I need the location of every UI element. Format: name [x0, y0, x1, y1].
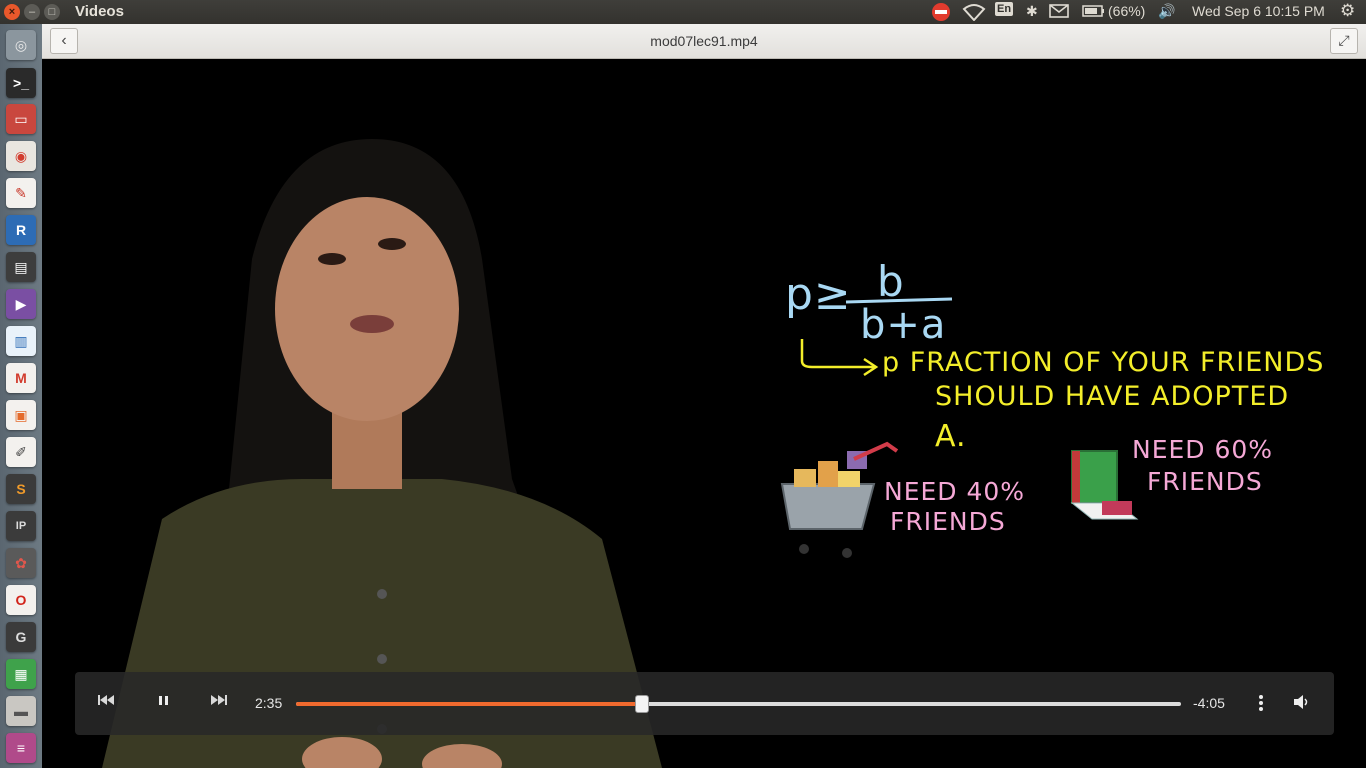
- note-line-2: SHOULD HAVE ADOPTED: [935, 381, 1290, 412]
- opera-icon[interactable]: O: [6, 585, 36, 615]
- files-icon[interactable]: ▭: [6, 104, 36, 134]
- document-icon[interactable]: ▥: [6, 326, 36, 356]
- app-title: Videos: [75, 3, 124, 20]
- seek-progress: [296, 702, 642, 706]
- top-panel: × – □ Videos En ✱ (66%) 🔊 Wed Sep 6 10:1…: [0, 0, 1366, 24]
- recording-icon[interactable]: ≡: [6, 733, 36, 763]
- videos-icon[interactable]: ▶: [6, 289, 36, 319]
- remaining-time: -4:05: [1193, 695, 1225, 711]
- note-line-3: A.: [935, 419, 967, 454]
- do-not-disturb-icon[interactable]: [930, 2, 952, 22]
- drive-icon[interactable]: ▬: [6, 696, 36, 726]
- menu-button[interactable]: [1257, 694, 1265, 715]
- label-left-line-2: FRIENDS: [890, 507, 1006, 536]
- player-controls: 2:35 -4:05: [75, 672, 1334, 735]
- label-right-line-2: FRIENDS: [1147, 467, 1263, 496]
- close-window-icon[interactable]: ×: [4, 4, 20, 20]
- text-editor-icon[interactable]: ✐: [6, 437, 36, 467]
- video-title: mod07lec91.mp4: [650, 33, 758, 49]
- lecturer-image: [102, 139, 1139, 768]
- settings-icon[interactable]: ✿: [6, 548, 36, 578]
- formula-denominator: b+a: [860, 302, 947, 348]
- chrome-icon[interactable]: ◉: [6, 141, 36, 171]
- fullscreen-icon: ⤢: [1338, 32, 1350, 48]
- label-right-line-1: NEED 60%: [1132, 435, 1274, 464]
- launcher: ◎ >_ ▭ ◉ ✎ R ▤ ▶ ▥ M ▣ ✐ S IP ✿ O G ▦ ▬ …: [0, 24, 43, 768]
- seek-handle[interactable]: [635, 695, 650, 713]
- shopping-cart-icon: [780, 441, 899, 558]
- mail-icon[interactable]: [1049, 3, 1069, 22]
- maximize-window-icon[interactable]: □: [44, 4, 60, 20]
- keyboard-layout-indicator[interactable]: En: [995, 2, 1014, 16]
- skip-back-icon: [98, 695, 114, 705]
- next-button[interactable]: [209, 693, 229, 710]
- fullscreen-button[interactable]: ⤢: [1330, 28, 1358, 54]
- presentation-icon[interactable]: ▣: [6, 400, 36, 430]
- pdf-viewer-icon[interactable]: ✎: [6, 178, 36, 208]
- volume-button[interactable]: [1293, 694, 1311, 713]
- ipython-icon[interactable]: IP: [6, 511, 36, 541]
- books-icon: [1070, 450, 1139, 520]
- bluetooth-icon[interactable]: ✱: [1026, 3, 1038, 20]
- header-bar: ‹ mod07lec91.mp4 ⤢: [42, 24, 1366, 59]
- previous-button[interactable]: [97, 693, 117, 710]
- dash-icon[interactable]: ◎: [6, 30, 36, 60]
- pause-icon: [159, 696, 168, 705]
- elapsed-time: 2:35: [255, 695, 283, 711]
- video-editor-icon[interactable]: ▤: [6, 252, 36, 282]
- wifi-icon[interactable]: [962, 3, 986, 24]
- terminal-icon[interactable]: >_: [6, 68, 36, 98]
- label-left-line-1: NEED 40%: [884, 477, 1026, 506]
- gp-icon[interactable]: G: [6, 622, 36, 652]
- seek-bar[interactable]: [296, 695, 1181, 713]
- more-options-icon: [1259, 695, 1263, 711]
- battery-icon[interactable]: [1082, 3, 1106, 22]
- formula-lhs: p≥: [785, 269, 852, 320]
- video-area[interactable]: p≥ b b+a p FRACTION OF YOUR FRIENDS SHOU…: [42, 59, 1366, 768]
- spreadsheet-icon[interactable]: ▦: [6, 659, 36, 689]
- pause-button[interactable]: [157, 693, 171, 710]
- skip-forward-icon: [211, 695, 227, 705]
- note-line-1: p FRACTION OF YOUR FRIENDS: [882, 347, 1325, 378]
- battery-percent: (66%): [1108, 3, 1146, 19]
- r-icon[interactable]: R: [6, 215, 36, 245]
- volume-icon[interactable]: 🔊: [1158, 3, 1175, 20]
- clock[interactable]: Wed Sep 6 10:15 PM: [1192, 3, 1325, 19]
- gmail-icon[interactable]: M: [6, 363, 36, 393]
- sublime-icon[interactable]: S: [6, 474, 36, 504]
- minimize-window-icon[interactable]: –: [24, 4, 40, 20]
- gear-icon[interactable]: ⚙: [1340, 1, 1355, 21]
- volume-icon: [1294, 695, 1308, 709]
- formula-numerator: b: [877, 257, 905, 306]
